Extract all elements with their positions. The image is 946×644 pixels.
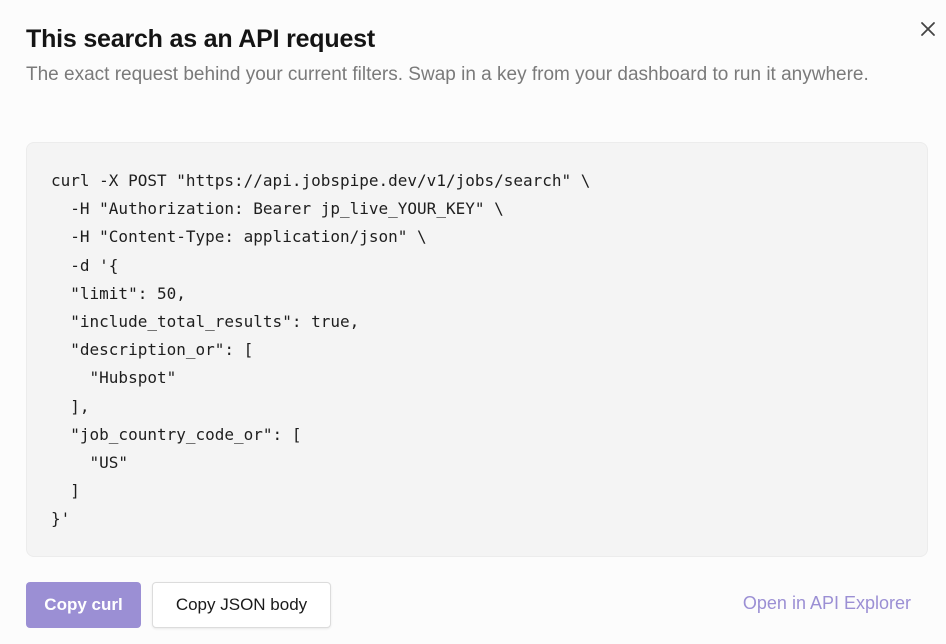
close-icon: [921, 22, 935, 36]
dialog-title: This search as an API request: [26, 25, 375, 53]
close-button[interactable]: [915, 16, 941, 42]
dialog-subtitle: The exact request behind your current fi…: [26, 64, 869, 85]
copy-json-body-button[interactable]: Copy JSON body: [152, 582, 331, 628]
api-request-dialog: This search as an API request The exact …: [0, 0, 946, 644]
copy-curl-button[interactable]: Copy curl: [26, 582, 141, 628]
curl-code: curl -X POST "https://api.jobspipe.dev/v…: [51, 171, 591, 529]
curl-code-block: curl -X POST "https://api.jobspipe.dev/v…: [26, 142, 928, 557]
open-api-explorer-link[interactable]: Open in API Explorer: [743, 593, 911, 614]
